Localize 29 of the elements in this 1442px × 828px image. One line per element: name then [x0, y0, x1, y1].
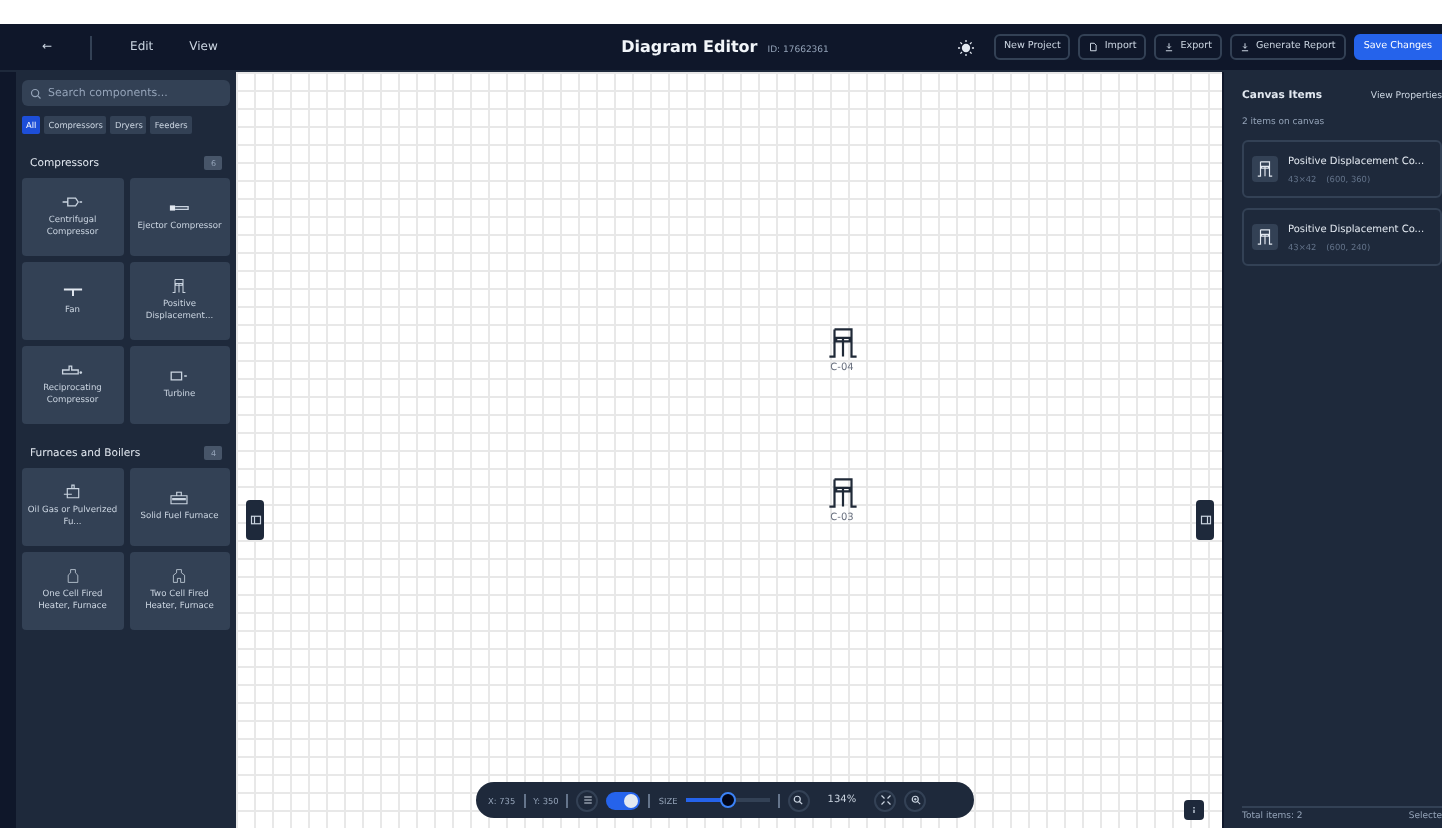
grid-toggle[interactable]: [606, 791, 641, 809]
list-button[interactable]: [576, 789, 599, 811]
fan-icon: [59, 283, 86, 300]
reciprocating-icon: [59, 361, 86, 378]
collapse-panel-button[interactable]: [246, 500, 264, 540]
compressor-icon: [59, 193, 86, 210]
sidebar-icon: [249, 514, 261, 526]
ejector-icon: [166, 199, 193, 216]
info-button[interactable]: [1184, 800, 1204, 820]
turbine-icon: [166, 367, 193, 384]
piston-icon: [825, 326, 859, 360]
furnace-icon: [166, 489, 193, 506]
download-icon: [1239, 42, 1250, 52]
document-icon: [1088, 42, 1099, 52]
app-title: Diagram Editor: [621, 38, 758, 56]
download-icon: [1164, 42, 1175, 52]
zoom-in-icon: [909, 794, 922, 806]
search-icon: [30, 87, 42, 99]
info-icon: [1188, 804, 1200, 816]
menu-icon: [581, 794, 594, 806]
sidebar-icon: [1199, 514, 1211, 526]
expand-icon: [879, 794, 892, 806]
zoom-out-button[interactable]: [787, 789, 810, 811]
piston-icon: [825, 476, 859, 510]
zoom-in-button[interactable]: [904, 789, 927, 811]
collapse-panel-button[interactable]: [1196, 500, 1214, 540]
theme-toggle-icon[interactable]: [957, 39, 974, 55]
fit-view-button[interactable]: [874, 789, 897, 811]
magnifier-icon: [792, 794, 805, 806]
